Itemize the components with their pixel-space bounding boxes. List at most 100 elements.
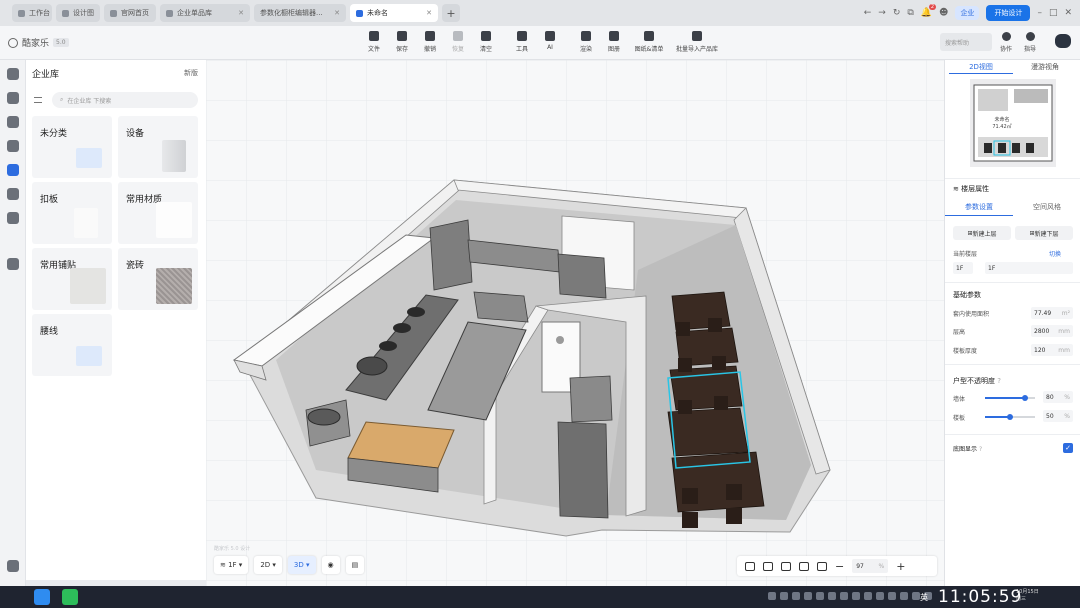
lighting-icon[interactable] — [7, 116, 19, 128]
library-card-uncategorized[interactable]: 未分类 — [32, 116, 112, 178]
refresh-icon[interactable]: ↻ — [893, 8, 901, 18]
maximize-icon[interactable]: □ — [1049, 8, 1058, 18]
window-close-icon[interactable]: ✕ — [1064, 8, 1072, 18]
start-design-button[interactable]: 开始设计 — [986, 5, 1031, 21]
image-icon[interactable] — [745, 561, 755, 571]
file-button[interactable]: 文件 — [364, 29, 384, 53]
render-button[interactable]: 渲染 — [576, 29, 596, 53]
copy-icon[interactable]: ⧉ — [907, 8, 913, 18]
layer-manager-button[interactable]: ▤ — [345, 556, 365, 574]
personal-library-icon[interactable] — [7, 188, 19, 200]
browser-tab-workbench[interactable]: 工作台 — [12, 4, 52, 22]
view-angle-icon[interactable] — [781, 561, 791, 571]
floor-select[interactable]: ≋ 1F ▾ — [214, 556, 249, 574]
tray-icon[interactable] — [852, 592, 860, 600]
hardscape-icon[interactable] — [7, 92, 19, 104]
tray-icon[interactable] — [816, 592, 824, 600]
height-field[interactable]: 2800 mm — [1031, 325, 1073, 337]
floor-switch-link[interactable]: 切换 — [1049, 249, 1061, 258]
floor-opacity-field[interactable]: 50% — [1043, 410, 1073, 422]
library-card-tiling[interactable]: 常用铺贴 — [32, 248, 112, 310]
redo-button[interactable]: 恢复 — [448, 29, 468, 53]
zoom-input[interactable]: 97% — [852, 559, 889, 573]
library-search-input[interactable]: ⌕ 在企业库 下搜索 — [52, 92, 198, 108]
help-search-input[interactable]: 搜索帮助 — [940, 33, 992, 51]
collab-button[interactable]: 协作 — [1000, 32, 1012, 53]
tray-icon[interactable] — [804, 592, 812, 600]
ime-indicator[interactable]: 英 — [920, 592, 928, 603]
floor-opacity-handle[interactable] — [1007, 414, 1013, 420]
guide-button[interactable]: 指导 — [1024, 32, 1036, 53]
clear-button[interactable]: 清空 — [476, 29, 496, 53]
floor-opacity-slider[interactable] — [985, 414, 1035, 420]
keyboard-icon[interactable] — [7, 560, 19, 572]
tab-space-style[interactable]: 空间风格 — [1013, 202, 1080, 216]
forward-icon[interactable]: → — [878, 8, 886, 18]
browser-tab-product-library[interactable]: 企业单品库 ✕ — [160, 4, 250, 22]
camera-icon[interactable] — [763, 561, 773, 571]
browser-app-icon[interactable] — [34, 589, 50, 605]
wall-opacity-slider[interactable] — [985, 395, 1035, 401]
view-2d-button[interactable]: 2D ▾ — [254, 556, 282, 574]
close-icon[interactable]: ✕ — [420, 9, 432, 17]
tray-icon[interactable] — [792, 592, 800, 600]
zoom-region-icon[interactable] — [817, 561, 827, 571]
tray-icon[interactable] — [768, 592, 776, 600]
zoom-in-button[interactable]: + — [896, 560, 905, 573]
tab-param-settings[interactable]: 参数设置 — [945, 202, 1013, 216]
3d-viewport[interactable] — [206, 60, 944, 586]
wall-opacity-field[interactable]: 80% — [1043, 391, 1073, 403]
visibility-button[interactable]: ◉ — [321, 556, 340, 574]
library-card-materials[interactable]: 常用材质 — [118, 182, 198, 244]
zoom-out-button[interactable]: − — [835, 560, 844, 573]
browser-tab-untitled[interactable]: 未命名 ✕ — [350, 4, 438, 22]
tab-2d-view[interactable]: 2D视图 — [949, 60, 1013, 74]
album-button[interactable]: 图册 — [604, 29, 624, 53]
fit-view-icon[interactable] — [799, 561, 809, 571]
slab-thickness-field[interactable]: 120 mm — [1031, 344, 1073, 356]
ground-display-checkbox[interactable]: ✓ — [1063, 443, 1073, 453]
enterprise-library-icon[interactable] — [7, 164, 19, 176]
library-card-waistline[interactable]: 腰线 — [32, 314, 112, 376]
tray-icon[interactable] — [780, 592, 788, 600]
assistant-icon[interactable]: ☻ — [939, 8, 948, 18]
floor-code-field[interactable]: 1F — [953, 262, 973, 274]
minimize-icon[interactable]: – — [1037, 8, 1042, 18]
library-new-version-link[interactable]: 新版 — [184, 68, 198, 78]
back-icon[interactable]: ← — [864, 8, 872, 18]
library-card-equipment[interactable]: 设备 — [118, 116, 198, 178]
list-icon[interactable] — [34, 97, 42, 103]
tray-icon[interactable] — [864, 592, 872, 600]
assistant-robot-icon[interactable] — [1055, 34, 1071, 48]
tray-icon[interactable] — [840, 592, 848, 600]
ai-button[interactable]: AI — [540, 29, 560, 53]
floorplan-icon[interactable] — [7, 68, 19, 80]
tray-icon[interactable] — [876, 592, 884, 600]
browser-tab-designs[interactable]: 设计图 — [56, 4, 100, 22]
floor-name-field[interactable]: 1F — [985, 262, 1073, 274]
browser-tab-cabinet-editor[interactable]: 参数化橱柜编辑器... ✕ — [254, 4, 346, 22]
wall-opacity-handle[interactable] — [1022, 395, 1028, 401]
library-card-ceramic-tile[interactable]: 瓷砖 — [118, 248, 198, 310]
library-card-ceiling-panel[interactable]: 扣板 — [32, 182, 112, 244]
new-lower-floor-button[interactable]: ⊞ 新建下层 — [1015, 226, 1073, 240]
close-icon[interactable]: ✕ — [328, 9, 340, 17]
tray-icon[interactable] — [900, 592, 908, 600]
view-3d-button[interactable]: 3D ▾ — [287, 556, 316, 574]
tray-icon[interactable] — [828, 592, 836, 600]
minimap[interactable]: 未命名 71.42㎡ — [970, 79, 1056, 167]
undo-button[interactable]: 撤销 — [420, 29, 440, 53]
tools-button[interactable]: 工具 — [512, 29, 532, 53]
wechat-app-icon[interactable] — [62, 589, 78, 605]
notification-icon[interactable]: 🔔 2 — [921, 4, 937, 18]
close-icon[interactable]: ✕ — [232, 9, 244, 17]
cabinet-icon[interactable] — [7, 212, 19, 224]
save-button[interactable]: 保存 — [392, 29, 412, 53]
new-tab-button[interactable]: + — [442, 4, 460, 22]
enterprise-switch[interactable]: 企业 — [955, 6, 980, 20]
furniture-icon[interactable] — [7, 140, 19, 152]
batch-import-button[interactable]: 批量导入产品库 — [674, 29, 720, 53]
indoor-area-field[interactable]: 77.49 m² — [1031, 307, 1073, 319]
tray-icon[interactable] — [912, 592, 920, 600]
drawing-list-button[interactable]: 图纸&清单 — [632, 29, 666, 53]
